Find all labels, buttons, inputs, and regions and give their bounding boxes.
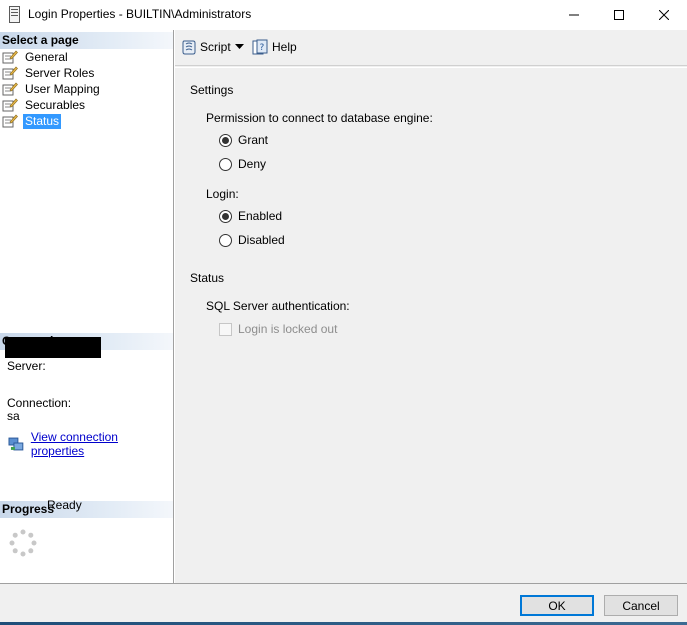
properties-icon: [8, 437, 24, 451]
page-item-label: User Mapping: [25, 81, 100, 96]
help-icon: ?: [252, 39, 268, 55]
page-item-label: Status: [23, 113, 62, 129]
status-page-content: Settings Permission to connect to databa…: [175, 67, 687, 583]
page-item-label: Server Roles: [25, 65, 95, 80]
locked-out-checkbox-row: Login is locked out: [219, 322, 337, 336]
close-button[interactable]: [641, 0, 687, 30]
enabled-radio[interactable]: Enabled: [219, 209, 282, 223]
server-label: Server:: [7, 359, 46, 373]
settings-heading: Settings: [190, 83, 234, 97]
cancel-button[interactable]: Cancel: [604, 595, 678, 616]
script-icon: [182, 40, 196, 55]
radio-button[interactable]: [219, 233, 232, 247]
help-label: Help: [272, 40, 297, 54]
sql-auth-label: SQL Server authentication:: [206, 299, 350, 313]
view-connection-properties-label: View connection properties: [30, 430, 118, 458]
select-page-header: Select a page: [0, 32, 173, 49]
progress-spinner-icon: [9, 529, 37, 557]
connection-label: Connection:: [7, 396, 72, 410]
radio-button[interactable]: [219, 157, 232, 171]
view-connection-properties-link[interactable]: View connection properties: [8, 430, 173, 458]
page-item-label: General: [25, 49, 68, 64]
grant-radio[interactable]: Grant: [219, 133, 268, 147]
svg-text:?: ?: [260, 43, 265, 53]
page-icon: [2, 98, 18, 112]
page-item-securables[interactable]: Securables: [2, 97, 87, 113]
toolbar: Script ? Help: [175, 30, 687, 66]
help-button[interactable]: ? Help: [252, 38, 297, 56]
dialog-footer: OK Cancel: [0, 583, 687, 625]
status-heading: Status: [190, 271, 225, 285]
radio-button[interactable]: [219, 209, 232, 223]
locked-out-checkbox: [219, 322, 232, 336]
radio-button[interactable]: [219, 133, 232, 147]
connection-value: sa: [7, 409, 20, 423]
page-icon: [2, 114, 18, 128]
script-label: Script: [200, 40, 231, 54]
left-pane: Select a page General Server Roles User …: [0, 30, 174, 583]
page-item-user-mapping[interactable]: User Mapping: [2, 81, 102, 97]
script-button[interactable]: Script: [181, 38, 231, 56]
page-icon: [2, 66, 18, 80]
page-item-general[interactable]: General: [2, 49, 70, 65]
database-icon: [9, 6, 20, 23]
disabled-radio[interactable]: Disabled: [219, 233, 285, 247]
permission-label: Permission to connect to database engine…: [206, 111, 433, 125]
window-title: Login Properties - BUILTIN\Administrator…: [28, 7, 252, 21]
minimize-button[interactable]: [551, 0, 597, 30]
page-item-status[interactable]: Status: [2, 113, 62, 129]
minimize-icon: [569, 14, 579, 16]
ok-button[interactable]: OK: [520, 595, 594, 616]
maximize-icon: [614, 10, 624, 20]
script-dropdown-button[interactable]: [235, 38, 244, 56]
progress-status: Ready: [47, 498, 82, 512]
title-bar: Login Properties - BUILTIN\Administrator…: [0, 0, 687, 30]
deny-label: Deny: [238, 157, 267, 171]
close-icon: [659, 10, 669, 20]
grant-label: Grant: [238, 133, 269, 147]
right-pane: Script ? Help Settings Permission to con…: [175, 30, 687, 583]
page-item-server-roles[interactable]: Server Roles: [2, 65, 96, 81]
page-icon: [2, 82, 18, 96]
progress-header: Progress: [0, 501, 173, 518]
server-value-redacted: [5, 337, 101, 358]
locked-out-label: Login is locked out: [238, 322, 338, 336]
maximize-button[interactable]: [596, 0, 642, 30]
chevron-down-icon: [235, 44, 244, 49]
deny-radio[interactable]: Deny: [219, 157, 266, 171]
page-item-label: Securables: [25, 97, 86, 112]
login-label: Login:: [206, 187, 239, 201]
enabled-label: Enabled: [238, 209, 283, 223]
disabled-label: Disabled: [238, 233, 285, 247]
page-icon: [2, 50, 18, 64]
